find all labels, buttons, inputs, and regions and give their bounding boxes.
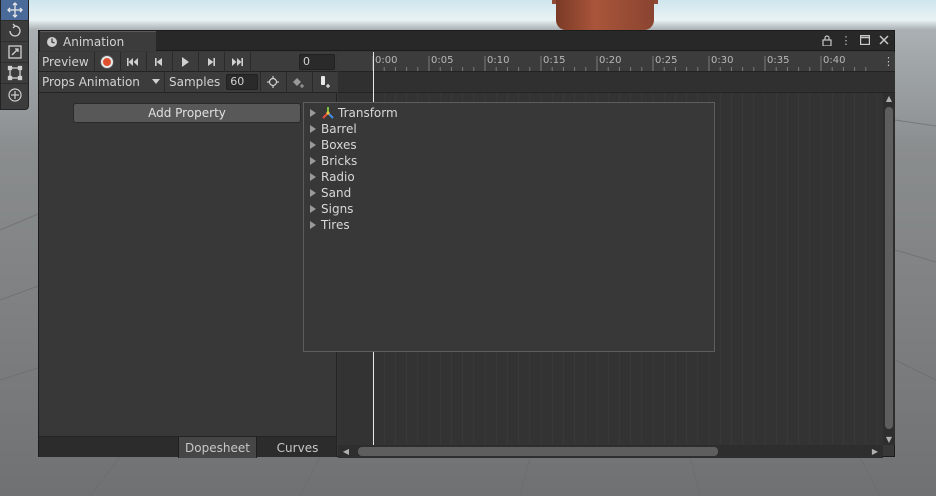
tab-curves[interactable]: Curves — [258, 437, 337, 458]
next-frame-icon — [208, 57, 216, 66]
popup-item-boxes[interactable]: Boxes — [304, 137, 714, 153]
first-key-button[interactable] — [121, 51, 147, 72]
add-keyframe-icon — [292, 78, 304, 88]
popup-item-label: Barrel — [321, 122, 357, 136]
samples-label: Samples — [169, 75, 221, 89]
tab-dopesheet[interactable]: Dopesheet — [178, 437, 257, 458]
add-property-popup: Transform Barrel Boxes Bricks Radio Sand… — [303, 102, 715, 352]
rotate-tool-icon[interactable] — [1, 21, 28, 42]
add-property-button[interactable]: Add Property — [73, 103, 301, 123]
ruler-tick-label: 0:40 — [823, 55, 846, 66]
close-icon[interactable] — [878, 33, 890, 47]
ruler-tick-label: 0:00 — [375, 55, 398, 66]
scroll-down-icon[interactable]: ▼ — [883, 435, 895, 444]
scroll-right-icon[interactable]: ▶ — [869, 447, 881, 456]
clip-name: Props Animation — [42, 75, 140, 89]
previous-frame-icon — [155, 57, 163, 66]
frame-input[interactable]: 0 — [299, 54, 335, 70]
vertical-scrollbar[interactable]: ▲ ▼ — [883, 93, 895, 445]
scroll-left-icon[interactable]: ◀ — [340, 447, 352, 456]
last-key-button[interactable] — [225, 51, 251, 72]
previous-key-button[interactable] — [147, 51, 173, 72]
horizontal-scrollbar[interactable]: ◀ ▶ — [338, 445, 883, 458]
skip-to-start-icon — [127, 57, 139, 66]
kebab-menu-icon[interactable]: ⋮ — [840, 33, 852, 47]
chevron-down-icon — [152, 79, 160, 84]
playback-toolbar: Preview 0 — [39, 51, 337, 72]
transform-icon — [322, 107, 334, 119]
lock-icon[interactable] — [821, 33, 833, 47]
popup-item-barrel[interactable]: Barrel — [304, 121, 714, 137]
vertical-scroll-thumb[interactable] — [885, 107, 893, 429]
popup-item-radio[interactable]: Radio — [304, 169, 714, 185]
record-button[interactable] — [95, 51, 121, 72]
scene-tool-strip — [0, 0, 29, 110]
preview-label: Preview — [42, 54, 89, 69]
ruler-tick-label: 0:20 — [599, 55, 622, 66]
ruler-tick-label: 0:15 — [543, 55, 566, 66]
ruler-tick-label: 0:30 — [711, 55, 734, 66]
next-key-button[interactable] — [199, 51, 225, 72]
window-tab-bar: Animation ⋮ — [39, 31, 894, 51]
maximize-icon[interactable] — [859, 33, 871, 47]
scale-tool-icon[interactable] — [1, 42, 28, 63]
play-button[interactable] — [173, 51, 199, 72]
crosshair-icon — [266, 76, 279, 88]
ruler-tick-label: 0:35 — [767, 55, 790, 66]
clip-toolbar: Props Animation Samples 60 — [39, 71, 337, 93]
popup-item-label: Transform — [338, 106, 398, 120]
view-mode-tabs: Dopesheet Curves — [39, 436, 337, 458]
rect-tool-icon[interactable] — [1, 63, 28, 84]
expand-triangle-icon — [310, 221, 316, 229]
expand-triangle-icon — [310, 173, 316, 181]
timeline-menu-icon[interactable]: ⋮ — [882, 52, 895, 72]
popup-item-transform[interactable]: Transform — [304, 105, 714, 121]
record-icon — [101, 55, 114, 68]
clock-icon — [47, 36, 57, 47]
popup-item-sand[interactable]: Sand — [304, 185, 714, 201]
move-tool-icon[interactable] — [1, 0, 28, 21]
filter-by-selection-button[interactable] — [260, 71, 284, 93]
ruler-tick-label: 0:10 — [487, 55, 510, 66]
add-event-button[interactable] — [312, 71, 336, 93]
expand-triangle-icon — [310, 109, 316, 117]
play-icon — [182, 56, 190, 67]
samples-input[interactable]: 60 — [226, 74, 259, 90]
popup-item-label: Radio — [321, 170, 355, 184]
popup-item-signs[interactable]: Signs — [304, 201, 714, 217]
popup-item-label: Boxes — [321, 138, 357, 152]
ruler-tick-label: 0:25 — [655, 55, 678, 66]
event-row[interactable] — [338, 72, 895, 93]
scene-prop — [556, 0, 654, 30]
ruler-tick-label: 0:05 — [431, 55, 454, 66]
expand-triangle-icon — [310, 141, 316, 149]
add-keyframe-button[interactable] — [286, 71, 310, 93]
scroll-up-icon[interactable]: ▲ — [883, 94, 895, 103]
popup-item-tires[interactable]: Tires — [304, 217, 714, 233]
tab-animation[interactable]: Animation — [40, 31, 156, 51]
tab-label: Animation — [63, 34, 125, 49]
expand-triangle-icon — [310, 205, 316, 213]
time-ruler[interactable]: 0:00 0:05 0:10 0:15 0:20 0:25 0:30 0:35 0:40 — [338, 52, 882, 72]
expand-triangle-icon — [310, 125, 316, 133]
transform-tool-icon[interactable] — [1, 84, 28, 105]
window-controls: ⋮ — [821, 33, 890, 47]
horizontal-scroll-thumb[interactable] — [358, 447, 718, 456]
skip-to-end-icon — [232, 57, 244, 66]
popup-item-label: Bricks — [321, 154, 358, 168]
property-list-panel: Add Property — [39, 93, 337, 436]
popup-item-label: Tires — [321, 218, 350, 232]
popup-item-label: Sand — [321, 186, 352, 200]
clip-dropdown[interactable]: Props Animation — [39, 71, 165, 93]
expand-triangle-icon — [310, 189, 316, 197]
preview-button[interactable]: Preview — [39, 51, 95, 72]
popup-item-label: Signs — [321, 202, 354, 216]
add-event-icon — [320, 76, 330, 88]
expand-triangle-icon — [310, 157, 316, 165]
popup-item-bricks[interactable]: Bricks — [304, 153, 714, 169]
